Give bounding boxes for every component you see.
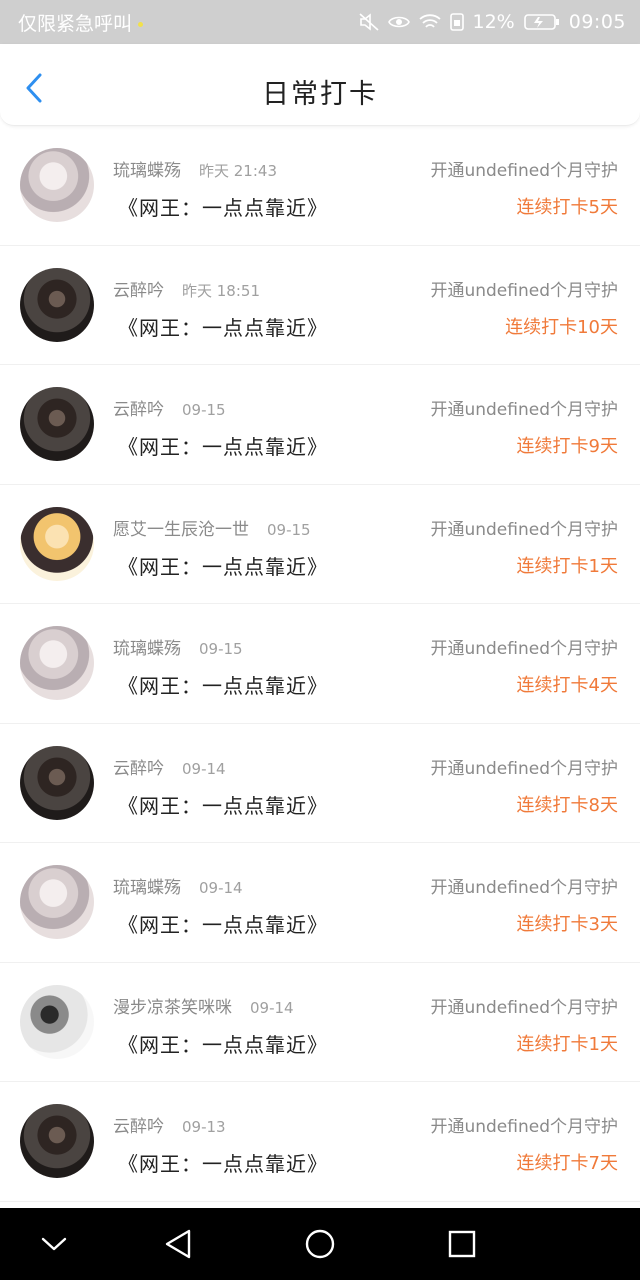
guard-text: 开通undefined个月守护 — [430, 997, 618, 1018]
user-name[interactable]: 云醉吟 — [113, 759, 164, 779]
avatar[interactable] — [20, 506, 94, 581]
guard-text: 开通undefined个月守护 — [430, 400, 618, 420]
guard-text: 开通undefined个月守护 — [430, 758, 618, 779]
checkin-list[interactable]: 琉璃蝶殇 昨天 21:43 开通undefined个月守护 《网王：一点点靠近》 … — [0, 126, 640, 1208]
streak-text: 连续打卡9天 — [516, 436, 618, 457]
row-meta: 云醉吟 09-13 — [113, 1112, 226, 1137]
checkin-time: 昨天 21:43 — [199, 162, 277, 180]
avatar[interactable] — [20, 148, 94, 222]
guard-text: 开通undefined个月守护 — [430, 1117, 618, 1137]
page-title: 日常打卡 — [262, 79, 378, 110]
guard-text: 开通undefined个月守护 — [430, 639, 618, 659]
book-title[interactable]: 《网王：一点点靠近》 — [118, 670, 328, 699]
status-time: 09:05 — [568, 11, 626, 33]
avatar[interactable] — [20, 626, 94, 700]
battery-charging-icon — [523, 14, 559, 30]
collapse-button[interactable] — [34, 1224, 74, 1264]
row-meta: 琉璃蝶殇 09-15 — [113, 634, 243, 659]
checkin-time: 09-14 — [199, 879, 243, 897]
streak-text: 连续打卡8天 — [516, 794, 618, 816]
row-meta: 愿艾一生辰沧一世 09-15 — [113, 515, 311, 540]
book-title[interactable]: 《网王：一点点靠近》 — [118, 1148, 328, 1177]
user-name[interactable]: 琉璃蝶殇 — [113, 639, 181, 659]
list-item[interactable]: 云醉吟 昨天 18:51 开通undefined个月守护 《网王：一点点靠近》 连… — [0, 246, 640, 365]
guard-text: 开通undefined个月守护 — [430, 878, 618, 898]
streak-text: 连续打卡1天 — [516, 555, 618, 577]
streak-text: 连续打卡5天 — [516, 197, 618, 218]
list-item[interactable]: 漫步凉茶笑咪咪 09-14 开通undefined个月守护 《网王：一点点靠近》 … — [0, 963, 640, 1082]
book-title[interactable]: 《网王：一点点靠近》 — [118, 1029, 328, 1058]
list-item[interactable]: 愿艾一生辰沧一世 09-15 开通undefined个月守护 《网王：一点点靠近》… — [0, 485, 640, 604]
row-meta: 琉璃蝶殇 昨天 21:43 — [113, 156, 277, 181]
user-name[interactable]: 云醉吟 — [113, 281, 164, 301]
list-item[interactable]: 云醉吟 09-15 开通undefined个月守护 《网王：一点点靠近》 连续打卡… — [0, 365, 640, 485]
carrier-text: 仅限紧急呼叫 — [18, 12, 133, 35]
guard-text: 开通undefined个月守护 — [430, 161, 618, 181]
list-item[interactable]: 云醉吟 09-13 开通undefined个月守护 《网王：一点点靠近》 连续打卡… — [0, 1082, 640, 1202]
wifi-icon — [418, 14, 441, 28]
checkin-time: 昨天 18:51 — [182, 281, 260, 300]
status-bar: 仅限紧急呼叫 12% 09:05 — [0, 0, 640, 44]
avatar[interactable] — [20, 984, 94, 1059]
list-item[interactable]: 琉璃蝶殇 昨天 21:43 开通undefined个月守护 《网王：一点点靠近》 … — [0, 126, 640, 246]
user-name[interactable]: 漫步凉茶笑咪咪 — [113, 998, 232, 1018]
status-left: 仅限紧急呼叫 — [18, 9, 144, 36]
avatar[interactable] — [20, 267, 94, 342]
guard-text: 开通undefined个月守护 — [430, 280, 618, 301]
row-meta: 云醉吟 09-14 — [113, 754, 226, 779]
list-item[interactable]: 琉璃蝶殇 09-15 开通undefined个月守护 《网王：一点点靠近》 连续打… — [0, 604, 640, 724]
user-name[interactable]: 愿艾一生辰沧一世 — [113, 520, 249, 540]
user-name[interactable]: 云醉吟 — [113, 1117, 164, 1137]
row-meta: 云醉吟 昨天 18:51 — [113, 276, 260, 301]
streak-text: 连续打卡7天 — [516, 1153, 618, 1174]
notification-dot-icon — [138, 21, 144, 27]
home-nav-button[interactable] — [300, 1224, 340, 1264]
guard-text: 开通undefined个月守护 — [430, 519, 618, 540]
user-name[interactable]: 琉璃蝶殇 — [113, 161, 181, 181]
sim-icon — [449, 13, 464, 31]
streak-text: 连续打卡10天 — [505, 316, 618, 338]
book-title[interactable]: 《网王：一点点靠近》 — [118, 192, 328, 221]
triangle-back-icon — [165, 1229, 191, 1259]
user-name[interactable]: 云醉吟 — [113, 400, 164, 420]
battery-percent: 12% — [472, 11, 515, 33]
circle-home-icon — [305, 1229, 335, 1259]
square-recents-icon — [448, 1230, 476, 1258]
row-meta: 漫步凉茶笑咪咪 09-14 — [113, 993, 294, 1018]
list-item[interactable]: 云醉吟 09-14 开通undefined个月守护 《网王：一点点靠近》 连续打卡… — [0, 724, 640, 843]
streak-text: 连续打卡3天 — [516, 914, 618, 935]
book-title[interactable]: 《网王：一点点靠近》 — [118, 312, 328, 341]
nav-header: 日常打卡 — [0, 44, 640, 126]
avatar[interactable] — [20, 745, 94, 820]
book-title[interactable]: 《网王：一点点靠近》 — [118, 431, 328, 460]
status-right: 12% 09:05 — [358, 11, 627, 33]
checkin-time: 09-15 — [267, 520, 311, 539]
eye-icon — [387, 16, 410, 28]
chevron-down-icon — [41, 1237, 67, 1251]
avatar[interactable] — [20, 865, 94, 939]
row-meta: 云醉吟 09-15 — [113, 395, 226, 420]
checkin-time: 09-15 — [199, 640, 243, 658]
user-name[interactable]: 琉璃蝶殇 — [113, 878, 181, 898]
row-meta: 琉璃蝶殇 09-14 — [113, 873, 243, 898]
list-item[interactable]: 琉璃蝶殇 09-14 开通undefined个月守护 《网王：一点点靠近》 连续打… — [0, 843, 640, 963]
mute-icon — [358, 13, 379, 31]
checkin-time: 09-14 — [182, 759, 226, 778]
book-title[interactable]: 《网王：一点点靠近》 — [118, 790, 328, 819]
avatar[interactable] — [20, 387, 94, 461]
recents-nav-button[interactable] — [442, 1224, 482, 1264]
streak-text: 连续打卡4天 — [516, 675, 618, 696]
checkin-time: 09-14 — [250, 998, 294, 1017]
back-nav-button[interactable] — [158, 1224, 198, 1264]
streak-text: 连续打卡1天 — [516, 1033, 618, 1055]
checkin-time: 09-15 — [182, 401, 226, 419]
checkin-time: 09-13 — [182, 1118, 226, 1136]
book-title[interactable]: 《网王：一点点靠近》 — [118, 551, 328, 580]
system-nav-bar — [0, 1208, 640, 1280]
book-title[interactable]: 《网王：一点点靠近》 — [118, 909, 328, 938]
avatar[interactable] — [20, 1104, 94, 1178]
